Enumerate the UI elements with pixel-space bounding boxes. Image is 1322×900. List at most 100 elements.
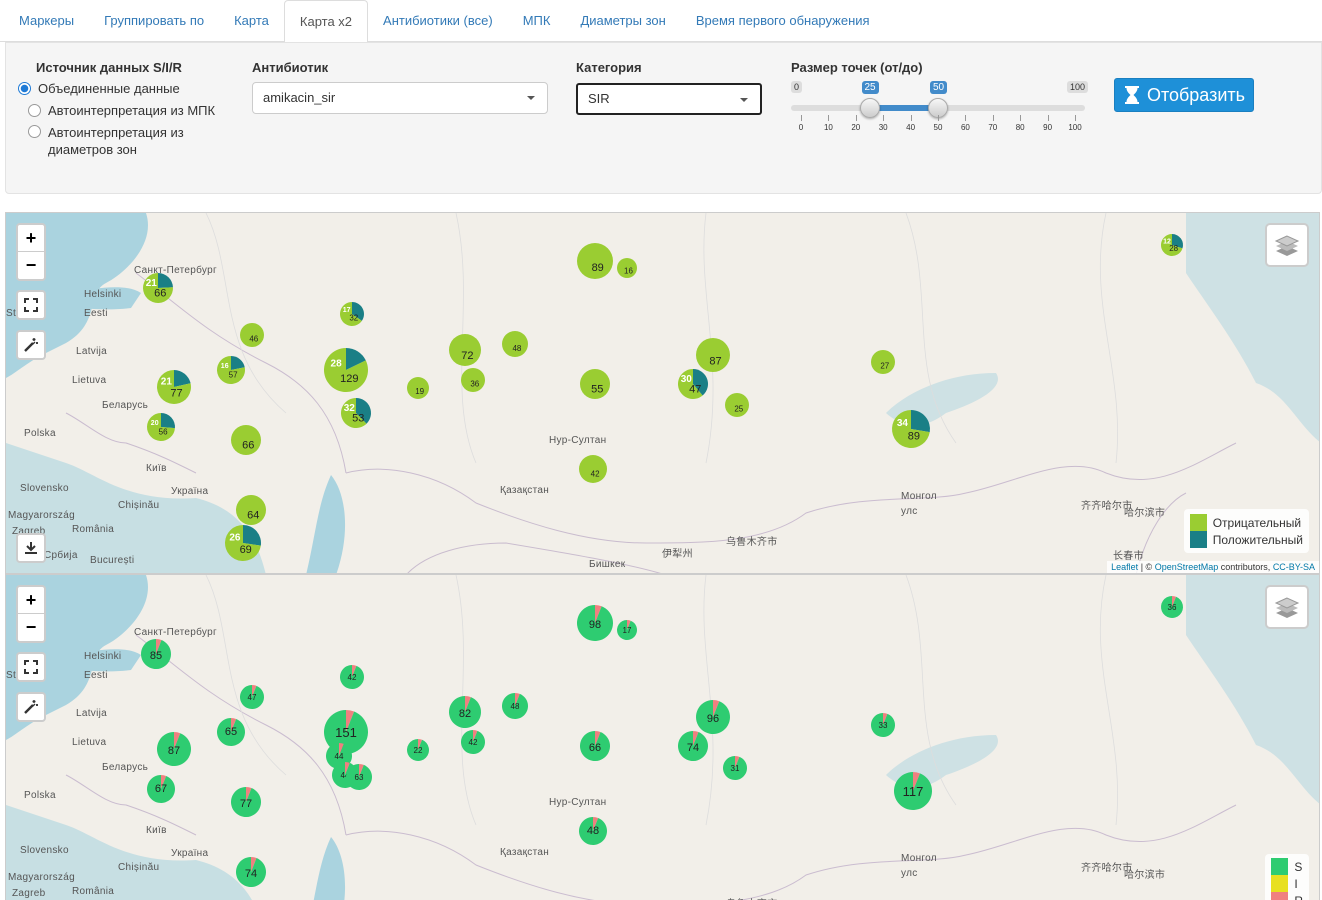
pie-marker[interactable]: 48: [579, 817, 608, 845]
source-option-combined[interactable]: Объединенные данные: [18, 81, 180, 96]
pie-marker[interactable]: 85: [141, 639, 172, 669]
pie-marker[interactable]: 47: [240, 685, 264, 709]
zoom-out-button[interactable]: −: [18, 614, 44, 641]
tab-zone-diameters[interactable]: Диаметры зон: [565, 0, 680, 42]
pie-marker[interactable]: 48: [502, 331, 528, 357]
source-option-zones[interactable]: Автоинтерпретация из диаметров зон: [28, 124, 198, 158]
pie-marker[interactable]: 74: [236, 857, 266, 887]
map-top[interactable]: Санкт-Петербург Helsinki Eesti Latvija Lietu…: [5, 212, 1320, 574]
pie-label: 85: [150, 650, 162, 662]
attribution-sep: | ©: [1140, 562, 1153, 572]
antibiotic-select[interactable]: amikacin_sir: [252, 82, 548, 114]
pie-marker[interactable]: 89: [577, 243, 613, 279]
pie-marker[interactable]: 87: [157, 732, 191, 766]
pie-label: 42: [469, 738, 478, 747]
pie-marker[interactable]: 55: [580, 369, 610, 399]
pie-slice-positive[interactable]: [158, 273, 173, 288]
pie-marker[interactable]: 7721: [157, 370, 192, 404]
pie-label: 31: [731, 764, 740, 773]
map-bottom[interactable]: Санкт-Петербург Helsinki Eesti Latvija Lietu…: [5, 574, 1320, 900]
pie-marker[interactable]: 64: [236, 495, 266, 525]
pie-marker[interactable]: 36: [461, 368, 485, 392]
fullscreen-button[interactable]: [16, 290, 46, 320]
layers-button[interactable]: [1265, 585, 1309, 629]
pie-marker[interactable]: 25: [725, 393, 749, 417]
license-link[interactable]: CC-BY-SA: [1273, 562, 1315, 572]
pie-marker[interactable]: 33: [871, 713, 895, 737]
pie-marker[interactable]: 96: [696, 700, 730, 734]
tab-mic[interactable]: МПК: [508, 0, 566, 42]
pie-slice-positive[interactable]: [161, 413, 175, 429]
pie-label-positive: 26: [229, 532, 241, 543]
category-select[interactable]: SIR: [576, 83, 762, 115]
tab-antibiotics-all[interactable]: Антибиотики (все): [368, 0, 508, 42]
size-range-slider[interactable]: 0 100 25 50 0 10 20 30 40 50 60 70 80 90 100: [791, 81, 1091, 141]
slider-tick-label: 60: [960, 123, 970, 132]
pie-marker[interactable]: 12928: [324, 348, 368, 392]
pie-marker[interactable]: 2812: [1161, 234, 1183, 256]
pie-marker[interactable]: 66: [580, 731, 610, 761]
slider-tick: [883, 115, 885, 121]
pie-marker[interactable]: 82: [448, 696, 482, 728]
slider-tick: [1020, 115, 1022, 121]
pie-marker[interactable]: 66: [231, 425, 261, 455]
pie-marker[interactable]: 74: [678, 731, 708, 761]
zoom-in-button[interactable]: +: [18, 225, 44, 252]
pie-label: 96: [707, 713, 719, 725]
pie-marker[interactable]: 42: [579, 455, 607, 483]
sync-map-button[interactable]: [16, 692, 46, 722]
fullscreen-button[interactable]: [16, 652, 46, 682]
leaflet-link[interactable]: Leaflet: [1111, 562, 1138, 572]
legend-swatch: [1189, 514, 1207, 531]
pie-marker[interactable]: 65: [217, 718, 246, 746]
legend-item-i: I: [1271, 875, 1303, 892]
pie-marker[interactable]: 98: [576, 605, 614, 641]
tab-map-x2[interactable]: Карта x2: [283, 0, 369, 43]
tab-map[interactable]: Карта: [219, 0, 284, 42]
zoom-out-button[interactable]: −: [18, 252, 44, 279]
pie-marker[interactable]: 117: [894, 772, 933, 810]
pie-marker[interactable]: 42: [340, 665, 364, 689]
pie-marker[interactable]: 77: [231, 787, 261, 817]
pie-marker[interactable]: 8934: [892, 410, 930, 448]
pie-marker[interactable]: 63: [346, 764, 372, 790]
pie-label: 67: [155, 783, 167, 795]
zoom-in-button[interactable]: +: [18, 587, 44, 614]
legend-top: Отрицательный Положительный: [1183, 509, 1309, 553]
pie-marker[interactable]: 5332: [341, 398, 371, 428]
pie-marker[interactable]: 3217: [340, 302, 364, 326]
pie-marker[interactable]: 36: [1161, 596, 1184, 618]
pie-marker[interactable]: 4730: [677, 369, 708, 399]
pie-marker[interactable]: 72: [449, 334, 481, 366]
pie-marker[interactable]: 22: [407, 739, 430, 761]
pie-marker[interactable]: 27: [871, 350, 895, 374]
pie-marker[interactable]: 46: [240, 323, 264, 347]
display-button[interactable]: Отобразить: [1114, 78, 1254, 112]
osm-link[interactable]: OpenStreetMap: [1155, 562, 1219, 572]
source-option-mic[interactable]: Автоинтерпретация из МПК: [28, 103, 215, 118]
pie-label-positive: 20: [151, 420, 159, 427]
sync-map-button[interactable]: [16, 330, 46, 360]
pie-marker[interactable]: 19: [407, 377, 429, 399]
slider-handle-from[interactable]: [859, 98, 880, 118]
pie-marker[interactable]: 16: [617, 258, 637, 278]
pie-marker[interactable]: 42: [461, 730, 485, 754]
download-button[interactable]: [16, 533, 46, 563]
pie-marker[interactable]: 5620: [146, 413, 175, 441]
pie-slice-positive[interactable]: [243, 525, 261, 546]
tab-group-by[interactable]: Группировать по: [89, 0, 219, 42]
tab-markers[interactable]: Маркеры: [4, 0, 89, 42]
pie-marker[interactable]: 17: [617, 620, 638, 640]
pie-marker[interactable]: 6926: [224, 525, 261, 561]
pie-marker[interactable]: 48: [502, 693, 529, 719]
pie-marker[interactable]: 87: [696, 338, 730, 372]
pie-label-positive: 30: [681, 374, 693, 385]
pie-marker[interactable]: 5716: [217, 356, 246, 384]
pie-label-positive: 21: [161, 376, 173, 387]
pie-marker[interactable]: 6621: [143, 273, 173, 303]
pie-slice-positive[interactable]: [911, 410, 930, 433]
pie-marker[interactable]: 31: [723, 756, 747, 780]
layers-button[interactable]: [1265, 223, 1309, 267]
pie-marker[interactable]: 67: [147, 775, 176, 803]
tab-first-detection[interactable]: Время первого обнаружения: [681, 0, 885, 42]
